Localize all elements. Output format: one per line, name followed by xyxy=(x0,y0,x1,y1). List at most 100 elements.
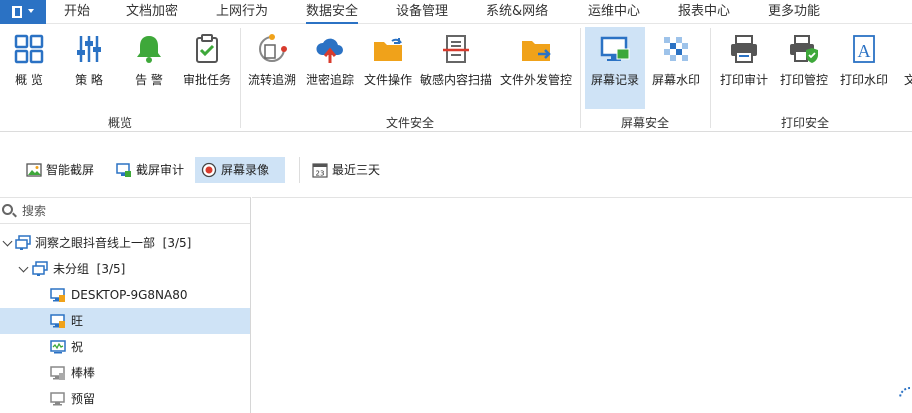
ribbon-screen-record-button[interactable]: 屏幕记录 xyxy=(585,27,645,109)
menu-web-behavior[interactable]: 上网行为 xyxy=(216,0,268,24)
calendar-icon: 23 xyxy=(312,163,328,178)
ribbon-screen-watermark-button[interactable]: 屏幕水印 xyxy=(648,27,704,109)
ribbon-print-control-button[interactable]: 打印管控 xyxy=(776,27,832,109)
tree-node-label: DESKTOP-9G8NA80 xyxy=(71,288,188,302)
chevron-down-icon[interactable] xyxy=(2,236,13,247)
chevron-down-icon xyxy=(28,9,34,13)
group-separator xyxy=(710,28,711,128)
loading-spinner-icon xyxy=(899,387,911,399)
record-icon xyxy=(201,162,217,178)
tree-node-computer[interactable]: 棒棒 xyxy=(0,360,250,386)
folder-arrow-icon xyxy=(374,38,402,61)
tree-node-label: 未分组 [3/5] xyxy=(53,262,126,276)
tree-node-label: 棒棒 xyxy=(71,366,96,380)
group-icon xyxy=(32,261,48,276)
search-icon xyxy=(2,204,13,215)
tree-node-label: 祝 xyxy=(71,340,84,354)
ribbon-overview-button[interactable]: 概 览 xyxy=(4,27,54,109)
ribbon-print-audit-label: 打印审计 xyxy=(719,73,768,87)
ribbon: 概 览 策 略 告 警 审批任务 流转追溯 泄密追踪 文件操作 敏感内容扫描 文… xyxy=(0,24,912,132)
menu-system-network[interactable]: 系统&网络 xyxy=(486,0,548,24)
screen-audit-icon xyxy=(116,163,131,177)
tree-node-computer[interactable]: DESKTOP-9G8NA80 xyxy=(0,282,250,308)
screenshot-audit-label: 截屏审计 xyxy=(136,163,185,177)
search-input[interactable] xyxy=(22,202,242,220)
group-separator xyxy=(580,28,581,128)
ribbon-sensitive-scan-label: 敏感内容扫描 xyxy=(419,73,492,87)
menu-data-security[interactable]: 数据安全 xyxy=(306,0,359,24)
calendar-day-text: 23 xyxy=(316,170,325,178)
computer-offline-icon xyxy=(50,392,65,406)
svg-text:A: A xyxy=(858,41,871,61)
cloud-upload-icon xyxy=(316,38,343,63)
ribbon-file-ops-button[interactable]: 文件操作 xyxy=(362,27,414,109)
group-separator xyxy=(240,28,241,128)
printer-shield-icon xyxy=(790,35,818,63)
tree-node-computer-selected[interactable]: 旺 xyxy=(0,308,250,334)
menu-icon xyxy=(12,6,22,18)
menu-bar: 开始 文档加密 上网行为 数据安全 设备管理 系统&网络 运维中心 报表中心 更… xyxy=(0,0,912,24)
ribbon-print-watermark-label: 打印水印 xyxy=(839,73,888,87)
folder-send-icon xyxy=(522,41,551,61)
sliders-icon xyxy=(77,36,101,62)
ribbon-sensitive-scan-button[interactable]: 敏感内容扫描 xyxy=(418,27,494,109)
main-content-area xyxy=(252,197,912,413)
ribbon-screen-watermark-label: 屏幕水印 xyxy=(651,73,700,87)
ribbon-approval-button[interactable]: 审批任务 xyxy=(180,27,234,109)
trace-flow-icon xyxy=(259,34,287,62)
tree-node-label: 预留 xyxy=(71,392,96,406)
group-label-screen-security: 屏幕安全 xyxy=(620,116,669,130)
smart-screenshot-button[interactable]: 智能截屏 xyxy=(20,157,100,183)
ribbon-policy-label: 策 略 xyxy=(75,73,103,87)
screenshot-audit-button[interactable]: 截屏审计 xyxy=(110,157,190,183)
tree-node-computer[interactable]: 祝 xyxy=(0,334,250,360)
ribbon-overflow-button[interactable]: 文 xyxy=(900,27,912,109)
ribbon-print-watermark-button[interactable]: A 打印水印 xyxy=(836,27,892,109)
recent-three-days-button[interactable]: 23 最近三天 xyxy=(306,157,386,183)
computer-online-icon xyxy=(50,314,65,328)
ribbon-file-send-control-button[interactable]: 文件外发管控 xyxy=(498,27,574,109)
tree-node-computer[interactable]: 预留 xyxy=(0,386,250,412)
tree-node-group-ungrouped[interactable]: 未分组 [3/5] xyxy=(0,256,250,282)
computer-offline-icon xyxy=(50,366,65,380)
ribbon-alert-button[interactable]: 告 警 xyxy=(124,27,174,109)
menu-more-features[interactable]: 更多功能 xyxy=(768,0,820,24)
ribbon-overview-label: 概 览 xyxy=(15,73,43,87)
image-icon xyxy=(26,163,42,177)
menu-doc-encryption[interactable]: 文档加密 xyxy=(126,0,178,24)
smart-screenshot-label: 智能截屏 xyxy=(46,163,95,177)
menu-ops-center[interactable]: 运维中心 xyxy=(588,0,640,24)
screen-recording-button[interactable]: 屏幕录像 xyxy=(195,157,285,183)
ribbon-alert-label: 告 警 xyxy=(135,73,163,87)
ribbon-leak-track-label: 泄密追踪 xyxy=(305,73,354,87)
watermark-icon xyxy=(664,37,688,61)
ribbon-approval-label: 审批任务 xyxy=(182,73,231,87)
grid-icon xyxy=(14,34,44,64)
toolbar-separator xyxy=(299,157,300,183)
computer-online-icon xyxy=(50,288,65,302)
group-icon xyxy=(15,235,31,250)
ribbon-trace-label: 流转追溯 xyxy=(247,73,296,87)
monitor-image-icon xyxy=(600,36,630,61)
ribbon-policy-button[interactable]: 策 略 xyxy=(64,27,114,109)
group-label-print-security: 打印安全 xyxy=(780,116,829,130)
tree-node-group-root[interactable]: 洞察之眼抖音线上一部 [3/5] xyxy=(0,230,250,256)
menu-device-management[interactable]: 设备管理 xyxy=(396,0,448,24)
sub-toolbar: 智能截屏 截屏审计 屏幕录像 23 最近三天 xyxy=(0,150,912,190)
ribbon-trace-button[interactable]: 流转追溯 xyxy=(246,27,298,109)
group-label-overview: 概览 xyxy=(107,116,132,130)
ribbon-print-control-label: 打印管控 xyxy=(779,73,828,87)
ribbon-leak-track-button[interactable]: 泄密追踪 xyxy=(304,27,356,109)
text-a-icon: A xyxy=(853,35,875,63)
menu-report-center[interactable]: 报表中心 xyxy=(678,0,730,24)
app-menu-button[interactable] xyxy=(0,0,46,24)
tree-search xyxy=(0,198,250,224)
ribbon-print-audit-button[interactable]: 打印审计 xyxy=(716,27,772,109)
computer-active-icon xyxy=(50,340,66,354)
bell-icon xyxy=(137,36,161,63)
group-label-file-security: 文件安全 xyxy=(385,116,434,130)
clipboard-check-icon xyxy=(196,34,218,63)
menu-start[interactable]: 开始 xyxy=(64,0,90,24)
document-scan-icon xyxy=(443,35,469,63)
chevron-down-icon[interactable] xyxy=(18,262,29,273)
